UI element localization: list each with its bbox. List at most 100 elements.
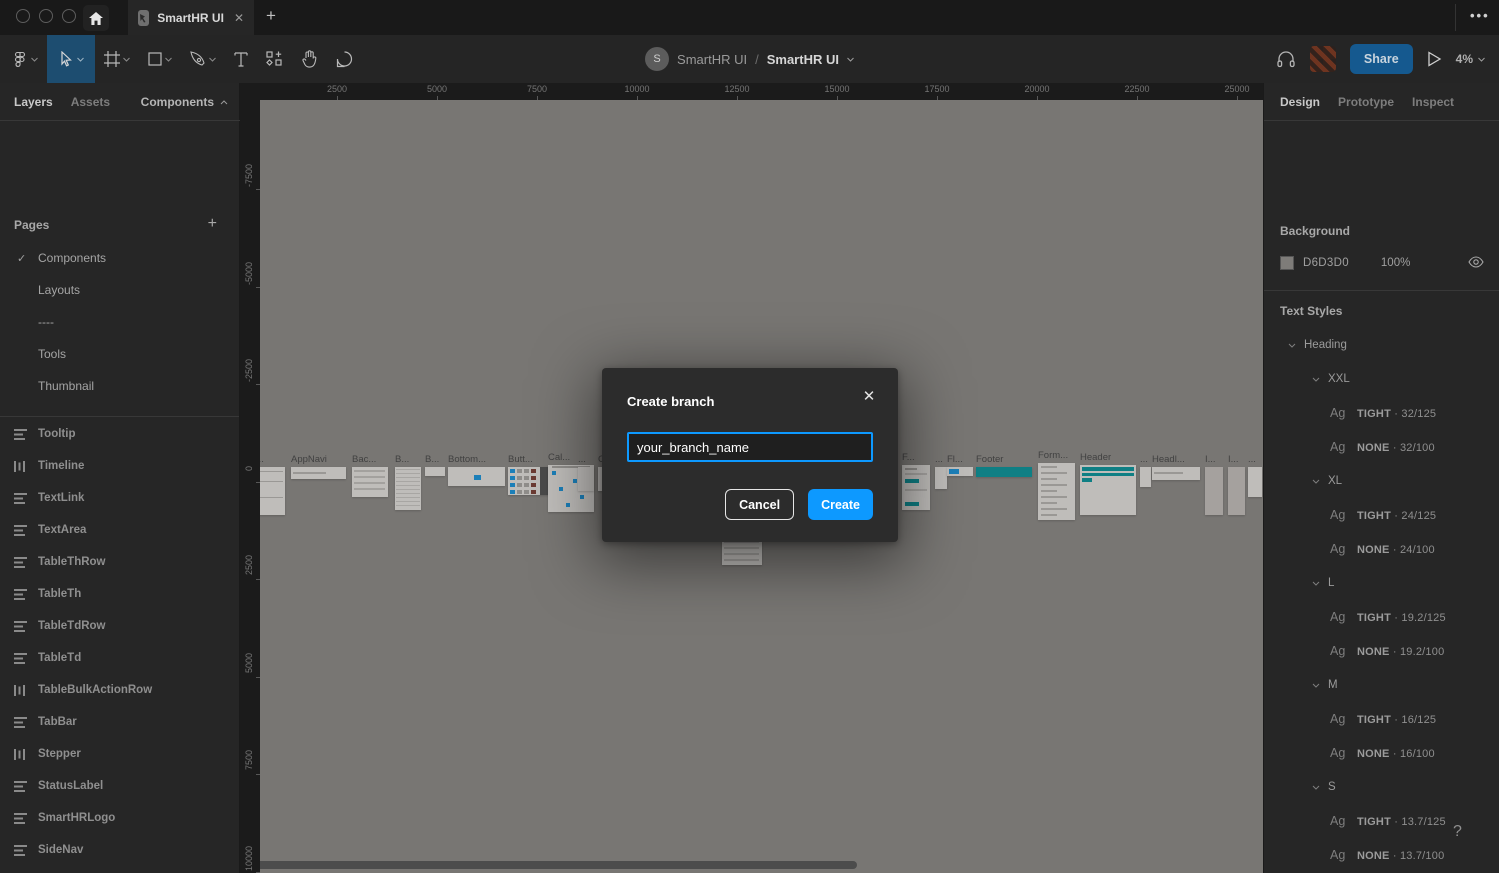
text-style-row[interactable]: XXL <box>1264 370 1499 390</box>
new-tab-button[interactable]: + <box>260 6 282 26</box>
frame-title[interactable]: Butt... <box>508 454 533 465</box>
canvas-frame[interactable] <box>1228 467 1245 515</box>
sidebar-page-item[interactable]: Layouts <box>0 274 240 306</box>
inspector-tab-inspect[interactable]: Inspect <box>1412 95 1454 109</box>
help-icon[interactable]: ? <box>1453 823 1462 841</box>
text-style-row[interactable]: AgTIGHT · 16/125 <box>1264 710 1499 730</box>
main-menu-button[interactable] <box>0 35 47 83</box>
layer-row[interactable]: TextLink <box>0 482 240 514</box>
frame-title[interactable]: Footer <box>976 454 1003 465</box>
chevron-down-icon[interactable] <box>1312 683 1320 688</box>
page-switcher-label[interactable]: Components <box>141 95 214 109</box>
text-style-row[interactable]: AgNONE · 24/100 <box>1264 540 1499 560</box>
canvas-frame[interactable] <box>976 467 1032 477</box>
background-opacity-value[interactable]: 100% <box>1381 257 1410 269</box>
chevron-down-icon[interactable] <box>1312 581 1320 586</box>
layer-row[interactable]: TableTd <box>0 642 240 674</box>
horizontal-scrollbar[interactable] <box>260 861 857 869</box>
canvas-frame[interactable] <box>1140 467 1151 487</box>
background-hex-value[interactable]: D6D3D0 <box>1303 257 1349 269</box>
layer-row[interactable]: SideNav <box>0 834 240 866</box>
share-button[interactable]: Share <box>1350 44 1413 74</box>
canvas-frame[interactable] <box>902 465 930 510</box>
canvas-frame[interactable] <box>291 467 346 479</box>
frame-title[interactable]: ... <box>1248 454 1256 465</box>
frame-title[interactable]: B... <box>425 454 439 465</box>
canvas-frame[interactable] <box>508 467 552 495</box>
layer-row[interactable]: Stepper <box>0 738 240 770</box>
canvas-frame[interactable] <box>425 467 445 476</box>
macos-zoom-button[interactable] <box>62 9 76 23</box>
text-style-row[interactable]: XL <box>1264 472 1499 492</box>
branch-name-input[interactable] <box>627 432 873 462</box>
create-button[interactable]: Create <box>808 489 873 520</box>
layer-row[interactable]: Tooltip <box>0 418 240 450</box>
cancel-button[interactable]: Cancel <box>725 489 794 520</box>
breadcrumb-file-name[interactable]: SmartHR UI <box>767 52 839 67</box>
close-icon[interactable]: ✕ <box>862 390 876 404</box>
layer-row[interactable]: TableTh <box>0 578 240 610</box>
canvas-frame[interactable] <box>722 538 762 565</box>
frame-tool-button[interactable] <box>95 35 139 83</box>
canvas-frame[interactable] <box>260 467 285 515</box>
sidebar-page-item[interactable]: Thumbnail <box>0 370 240 402</box>
layer-row[interactable]: TableThRow <box>0 546 240 578</box>
inspector-tab-design[interactable]: Design <box>1280 95 1320 109</box>
file-tab[interactable]: SmartHR UI ✕ <box>128 0 254 35</box>
text-style-row[interactable]: AgNONE · 32/100 <box>1264 438 1499 458</box>
layer-row[interactable]: Timeline <box>0 450 240 482</box>
breadcrumb-team[interactable]: SmartHR UI <box>677 52 747 67</box>
move-tool-button[interactable] <box>47 35 95 83</box>
sidebar-page-item[interactable]: ✓Components <box>0 242 240 274</box>
chevron-down-icon[interactable] <box>1312 785 1320 790</box>
chevron-down-icon[interactable] <box>1312 377 1320 382</box>
canvas-frame[interactable] <box>352 467 388 497</box>
more-menu-icon[interactable]: ••• <box>1470 8 1490 23</box>
add-page-button[interactable]: + <box>208 215 217 233</box>
zoom-control[interactable]: 4% <box>1456 52 1485 66</box>
text-style-row[interactable]: AgNONE · 16/100 <box>1264 744 1499 764</box>
frame-title[interactable]: ... <box>578 454 586 465</box>
frame-title[interactable]: Form... <box>1038 450 1068 461</box>
frame-title[interactable]: or... <box>260 454 264 465</box>
canvas-frame[interactable] <box>935 467 947 489</box>
canvas-frame[interactable] <box>1080 465 1136 515</box>
canvas-frame[interactable] <box>947 467 973 476</box>
sidebar-page-item[interactable]: Tools <box>0 338 240 370</box>
frame-title[interactable]: AppNavi <box>291 454 327 465</box>
text-tool-button[interactable] <box>225 35 257 83</box>
frame-title[interactable]: Fl... <box>947 454 963 465</box>
macos-close-button[interactable] <box>16 9 30 23</box>
color-swatch[interactable] <box>1280 256 1294 270</box>
text-style-row[interactable]: AgTIGHT · 19.2/125 <box>1264 608 1499 628</box>
canvas-frame[interactable] <box>395 467 421 510</box>
text-style-row[interactable]: L <box>1264 574 1499 594</box>
hand-tool-button[interactable] <box>292 35 327 83</box>
layer-row[interactable]: TableBulkActionRow <box>0 674 240 706</box>
frame-title[interactable]: I... <box>1228 454 1239 465</box>
audio-headphones-icon[interactable] <box>1276 49 1296 69</box>
comment-tool-button[interactable] <box>327 35 362 83</box>
canvas-frame[interactable] <box>1038 463 1075 520</box>
canvas-frame[interactable] <box>1152 467 1200 480</box>
canvas-frame[interactable] <box>1248 467 1262 497</box>
layer-row[interactable]: Select <box>0 866 240 873</box>
frame-title[interactable]: Cal... <box>548 452 570 463</box>
frame-title[interactable]: Bac... <box>352 454 376 465</box>
text-style-row[interactable]: AgTIGHT · 32/125 <box>1264 404 1499 424</box>
frame-title[interactable]: I... <box>1205 454 1216 465</box>
background-color-row[interactable]: D6D3D0 100% <box>1280 255 1484 271</box>
text-style-row[interactable]: S <box>1264 778 1499 798</box>
pen-tool-button[interactable] <box>181 35 225 83</box>
frame-title[interactable]: Header <box>1080 452 1111 463</box>
frame-title[interactable]: B... <box>395 454 409 465</box>
frame-title[interactable]: ... <box>935 454 943 465</box>
frame-title[interactable]: Bottom... <box>448 454 486 465</box>
text-style-row[interactable]: Heading <box>1264 336 1499 356</box>
chevron-down-icon[interactable] <box>1288 343 1296 348</box>
layer-row[interactable]: StatusLabel <box>0 770 240 802</box>
layer-row[interactable]: TableTdRow <box>0 610 240 642</box>
layer-row[interactable]: SmartHRLogo <box>0 802 240 834</box>
resources-tool-button[interactable] <box>257 35 292 83</box>
macos-minimize-button[interactable] <box>39 9 53 23</box>
